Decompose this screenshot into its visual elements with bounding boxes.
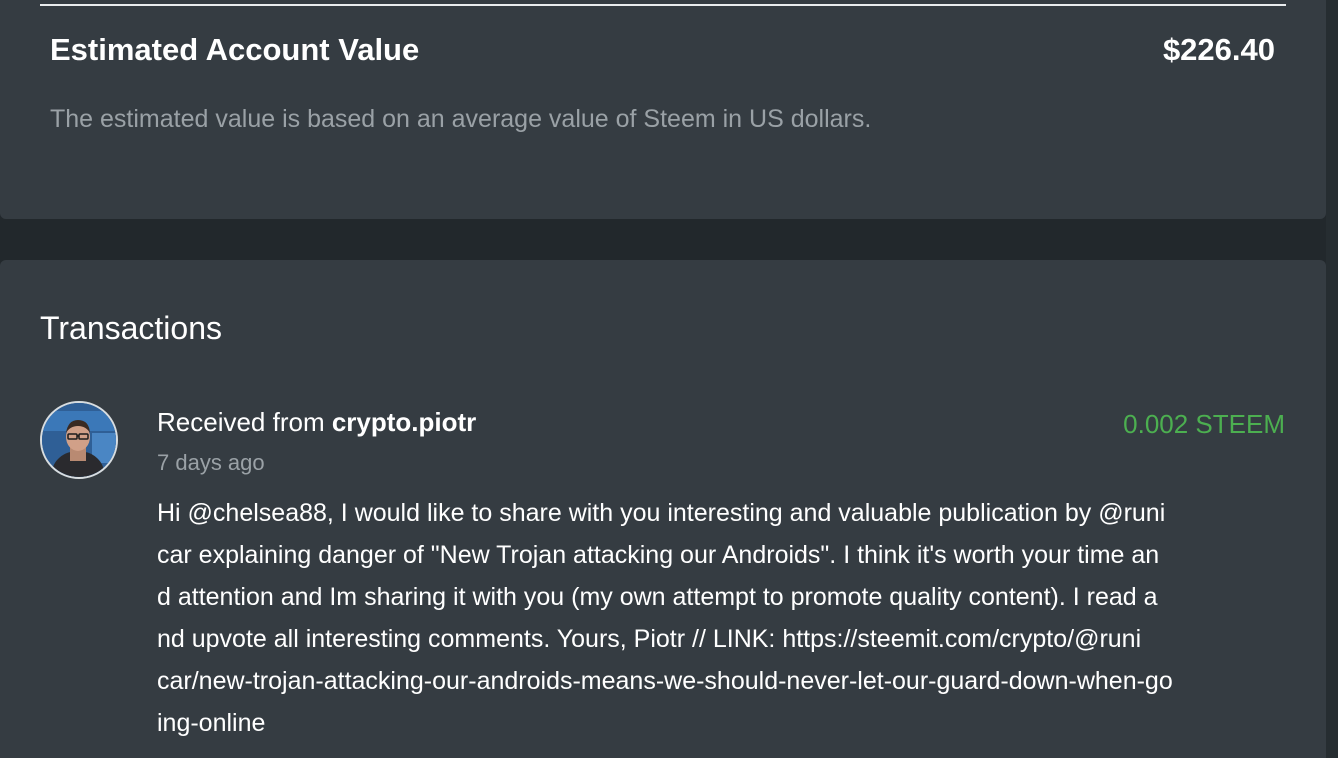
memo-line: car/new-trojan-attacking-our-androids-me… [157, 667, 1173, 695]
memo-line: ing-online [157, 709, 266, 737]
transactions-heading: Transactions [40, 310, 222, 346]
memo-line: d attention and Im sharing it with you (… [157, 583, 1158, 611]
transaction-time: 7 days ago [157, 450, 265, 475]
transaction-prefix: Received from [157, 407, 332, 437]
transaction-memo: Hi @chelsea88, I would like to share wit… [157, 492, 1297, 744]
section-divider [40, 4, 1286, 6]
memo-line: nd upvote all interesting comments. Your… [157, 625, 1142, 653]
transaction-amount: 0.002 STEEM [1123, 409, 1285, 439]
sender-link[interactable]: crypto.piotr [332, 407, 476, 437]
user-avatar[interactable] [40, 401, 118, 479]
memo-line: Hi @chelsea88, I would like to share wit… [157, 499, 1166, 527]
account-value-title: Estimated Account Value [50, 32, 420, 67]
account-value-description: The estimated value is based on an avera… [50, 105, 872, 133]
scroll-edge [1326, 0, 1338, 758]
account-value-amount: $226.40 [1162, 32, 1275, 67]
transactions-card: Transactions Received from crypto.piotr [0, 260, 1326, 758]
account-value-card: Estimated Account Value $226.40 The esti… [0, 0, 1326, 219]
wallet-page: Estimated Account Value $226.40 The esti… [0, 0, 1338, 758]
transaction-title: Received from crypto.piotr [157, 404, 476, 440]
memo-line: car explaining danger of "New Trojan att… [157, 541, 1160, 569]
avatar-photo-icon [42, 403, 116, 477]
